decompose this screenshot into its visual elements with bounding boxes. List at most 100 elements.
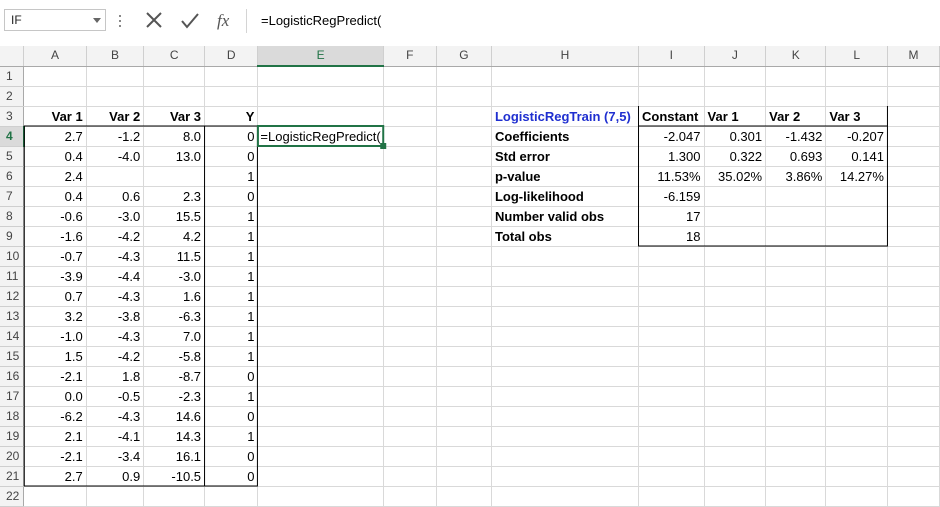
cell-i1[interactable]	[638, 66, 705, 87]
row-header-6[interactable]: 6	[0, 166, 25, 187]
cell-c1[interactable]	[143, 66, 206, 87]
cell-j4[interactable]: 0.301	[704, 126, 767, 147]
cell-k6[interactable]: 3.86%	[765, 166, 827, 187]
cell-l8[interactable]	[825, 206, 888, 227]
cell-e12[interactable]	[257, 286, 384, 307]
cell-c3[interactable]: Var 3	[143, 106, 206, 127]
cell-e14[interactable]	[257, 326, 384, 347]
cell-e10[interactable]	[257, 246, 384, 267]
row-header-17[interactable]: 17	[0, 386, 25, 407]
cell-d12[interactable]: 1	[204, 286, 259, 307]
row-header-3[interactable]: 3	[0, 106, 25, 127]
cancel-x-icon[interactable]	[140, 8, 168, 34]
cell-e17[interactable]	[257, 386, 384, 407]
column-header-k[interactable]: K	[765, 46, 827, 67]
cell-c5[interactable]: 13.0	[143, 146, 206, 167]
cell-j3[interactable]: Var 1	[704, 106, 767, 127]
cell-b22[interactable]	[86, 486, 145, 507]
cell-m4[interactable]	[887, 126, 940, 147]
cell-d22[interactable]	[204, 486, 259, 507]
cell-i16[interactable]	[638, 366, 705, 387]
cell-g18[interactable]	[436, 406, 492, 427]
column-header-e[interactable]: E	[257, 46, 384, 67]
cell-e3[interactable]	[257, 106, 384, 127]
cell-h7[interactable]: Log-likelihood	[491, 186, 640, 207]
cell-g2[interactable]	[436, 86, 492, 107]
cell-l16[interactable]	[825, 366, 888, 387]
cell-a20[interactable]: -2.1	[23, 446, 87, 467]
cell-d9[interactable]: 1	[204, 226, 259, 247]
cell-m6[interactable]	[887, 166, 940, 187]
cell-m20[interactable]	[887, 446, 940, 467]
cell-h19[interactable]	[491, 426, 640, 447]
cell-h1[interactable]	[491, 66, 640, 87]
cell-j2[interactable]	[704, 86, 767, 107]
cell-h2[interactable]	[491, 86, 640, 107]
cell-f2[interactable]	[383, 86, 437, 107]
cell-l10[interactable]	[825, 246, 888, 267]
cell-b13[interactable]: -3.8	[86, 306, 145, 327]
cell-d6[interactable]: 1	[204, 166, 259, 187]
cell-a21[interactable]: 2.7	[23, 466, 87, 487]
cell-j13[interactable]	[704, 306, 767, 327]
cell-m17[interactable]	[887, 386, 940, 407]
cell-h13[interactable]	[491, 306, 640, 327]
cell-f22[interactable]	[383, 486, 437, 507]
cell-c6[interactable]	[143, 166, 206, 187]
cell-g21[interactable]	[436, 466, 492, 487]
cell-f12[interactable]	[383, 286, 437, 307]
cell-i6[interactable]: 11.53%	[638, 166, 705, 187]
cell-j11[interactable]	[704, 266, 767, 287]
cell-h21[interactable]	[491, 466, 640, 487]
cell-k18[interactable]	[765, 406, 827, 427]
cell-m8[interactable]	[887, 206, 940, 227]
cell-d15[interactable]: 1	[204, 346, 259, 367]
cell-a6[interactable]: 2.4	[23, 166, 87, 187]
cell-i13[interactable]	[638, 306, 705, 327]
cell-j5[interactable]: 0.322	[704, 146, 767, 167]
cell-l2[interactable]	[825, 86, 888, 107]
row-header-1[interactable]: 1	[0, 66, 25, 87]
cell-c10[interactable]: 11.5	[143, 246, 206, 267]
cell-b2[interactable]	[86, 86, 145, 107]
column-header-m[interactable]: M	[887, 46, 940, 67]
cell-l1[interactable]	[825, 66, 888, 87]
cell-d5[interactable]: 0	[204, 146, 259, 167]
row-header-9[interactable]: 9	[0, 226, 25, 247]
cell-e18[interactable]	[257, 406, 384, 427]
cell-e11[interactable]	[257, 266, 384, 287]
cell-h12[interactable]	[491, 286, 640, 307]
row-header-21[interactable]: 21	[0, 466, 25, 487]
cell-m12[interactable]	[887, 286, 940, 307]
cell-j9[interactable]	[704, 226, 767, 247]
cell-g17[interactable]	[436, 386, 492, 407]
cell-k14[interactable]	[765, 326, 827, 347]
cell-b6[interactable]	[86, 166, 145, 187]
drag-handle-icon[interactable]	[118, 12, 122, 30]
cell-h16[interactable]	[491, 366, 640, 387]
cell-e1[interactable]	[257, 66, 384, 87]
cell-d13[interactable]: 1	[204, 306, 259, 327]
cell-h20[interactable]	[491, 446, 640, 467]
column-header-a[interactable]: A	[23, 46, 87, 67]
cell-f18[interactable]	[383, 406, 437, 427]
cell-h15[interactable]	[491, 346, 640, 367]
column-header-b[interactable]: B	[86, 46, 145, 67]
column-header-j[interactable]: J	[704, 46, 767, 67]
cell-k3[interactable]: Var 2	[765, 106, 827, 127]
cell-j16[interactable]	[704, 366, 767, 387]
row-header-20[interactable]: 20	[0, 446, 25, 467]
row-header-7[interactable]: 7	[0, 186, 25, 207]
select-all-corner[interactable]	[0, 46, 25, 67]
cell-c11[interactable]: -3.0	[143, 266, 206, 287]
cell-f9[interactable]	[383, 226, 437, 247]
cell-c20[interactable]: 16.1	[143, 446, 206, 467]
cell-l14[interactable]	[825, 326, 888, 347]
cell-f21[interactable]	[383, 466, 437, 487]
cell-a8[interactable]: -0.6	[23, 206, 87, 227]
cell-i9[interactable]: 18	[638, 226, 705, 247]
cell-i10[interactable]	[638, 246, 705, 267]
cell-k4[interactable]: -1.432	[765, 126, 827, 147]
cell-e9[interactable]	[257, 226, 384, 247]
cell-k19[interactable]	[765, 426, 827, 447]
